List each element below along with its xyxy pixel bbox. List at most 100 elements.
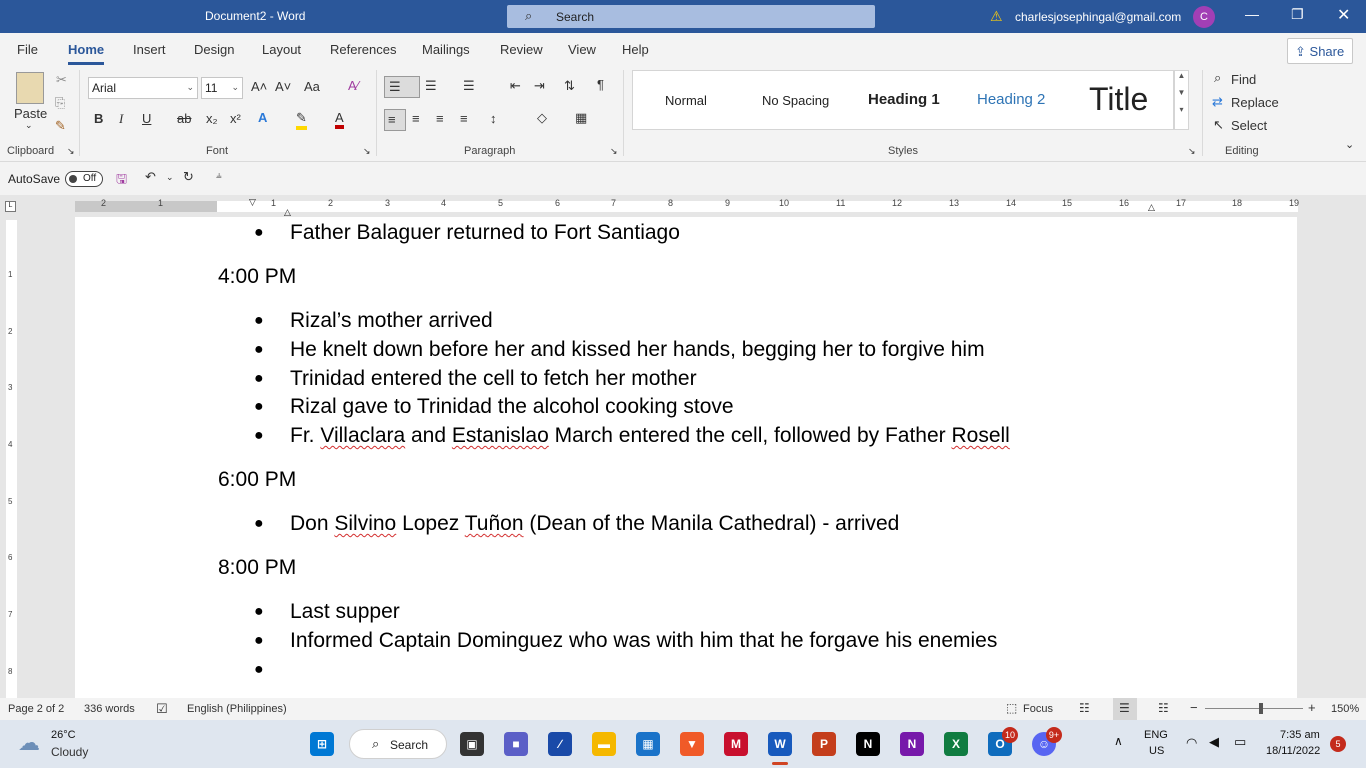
task-view-icon[interactable]: ▣ [460, 732, 484, 756]
read-mode-icon[interactable]: ☷ [1079, 701, 1090, 715]
onenote-icon[interactable]: N [900, 732, 924, 756]
redo-icon[interactable]: ↻ [183, 169, 194, 185]
find-button[interactable]: Find [1231, 72, 1256, 87]
paste-chevron-icon[interactable]: ⌄ [25, 120, 33, 131]
taskbar-search[interactable]: ⌕ Search [349, 729, 447, 759]
grow-font-icon[interactable]: A˄ [251, 79, 267, 94]
underline-icon[interactable]: U [142, 111, 151, 126]
borders-icon[interactable]: ▦ [575, 110, 587, 126]
strikethrough-icon[interactable]: ab [177, 111, 191, 126]
misspelled-word[interactable]: Tuñon [465, 512, 524, 535]
first-line-indent-icon[interactable]: ▽ [249, 197, 256, 208]
language-indicator[interactable]: English (Philippines) [187, 703, 287, 715]
increase-indent-icon[interactable]: ⇥ [534, 78, 545, 94]
list-item[interactable]: Father Balaguer returned to Fort Santiag… [290, 221, 680, 245]
list-item[interactable]: Fr. Villaclara and Estanislao March ente… [290, 424, 1010, 448]
paste-button[interactable]: Paste [14, 106, 47, 121]
shading-icon[interactable]: ◇ [537, 110, 547, 126]
customize-qat-icon[interactable]: ⫨ [216, 170, 222, 181]
weather-condition[interactable]: Cloudy [51, 745, 88, 759]
zoom-slider-knob[interactable] [1259, 703, 1263, 714]
shrink-font-icon[interactable]: A˅ [275, 79, 291, 94]
tab-view[interactable]: View [568, 42, 596, 57]
ruler-track[interactable] [75, 201, 1298, 212]
language-bottom[interactable]: US [1149, 745, 1164, 757]
save-icon[interactable]: 🖫 [116, 170, 127, 192]
collapse-ribbon-icon[interactable]: ⌄ [1345, 138, 1354, 151]
misspelled-word[interactable]: Villaclara [320, 424, 405, 447]
zoom-in-icon[interactable]: + [1308, 700, 1316, 715]
font-launcher-icon[interactable]: ↘ [363, 146, 371, 157]
list-item[interactable]: He knelt down before her and kissed her … [290, 338, 985, 362]
web-layout-icon[interactable]: ☷ [1158, 701, 1169, 715]
mcafee-icon[interactable]: M [724, 732, 748, 756]
text-effects-icon[interactable]: A [258, 110, 267, 125]
tab-design[interactable]: Design [194, 42, 234, 57]
tab-selector-icon[interactable]: L [5, 201, 16, 212]
notification-badge[interactable]: 5 [1330, 736, 1346, 752]
autosave-toggle[interactable]: Off [65, 171, 103, 187]
print-layout-icon[interactable]: ☰ [1113, 698, 1137, 720]
time-heading[interactable]: 8:00 PM [218, 556, 296, 580]
warning-icon[interactable]: ⚠ [990, 8, 1003, 25]
file-explorer-icon[interactable]: ▬ [592, 732, 616, 756]
volume-icon[interactable]: ◀ [1209, 734, 1219, 750]
whiteboard-icon[interactable]: ∕ [548, 732, 572, 756]
format-painter-icon[interactable]: ✎ [55, 118, 66, 134]
word-count[interactable]: 336 words [84, 703, 135, 715]
style-title[interactable]: Title [1089, 81, 1148, 118]
sort-icon[interactable]: ⇅ [564, 78, 575, 94]
list-item[interactable]: Trinidad entered the cell to fetch her m… [290, 367, 697, 391]
list-item[interactable]: Don Silvino Lopez Tuñon (Dean of the Man… [290, 512, 899, 536]
list-item[interactable]: Rizal gave to Trinidad the alcohol cooki… [290, 395, 734, 419]
style-heading-1[interactable]: Heading 1 [868, 91, 940, 108]
excel-icon[interactable]: X [944, 732, 968, 756]
clock-time[interactable]: 7:35 am [1280, 729, 1320, 741]
paragraph-launcher-icon[interactable]: ↘ [610, 146, 618, 157]
bold-icon[interactable]: B [94, 111, 103, 126]
start-icon[interactable]: ⊞ [310, 732, 334, 756]
decrease-indent-icon[interactable]: ⇤ [510, 78, 521, 94]
store-icon[interactable]: ▦ [636, 732, 660, 756]
chevron-down-icon[interactable]: ▼ [1175, 88, 1188, 97]
show-formatting-icon[interactable]: ¶ [597, 77, 604, 92]
avatar[interactable]: C [1193, 6, 1215, 28]
search-box[interactable]: ⌕ Search [507, 5, 875, 28]
misspelled-word[interactable]: Silvino [334, 512, 396, 535]
select-button[interactable]: Select [1231, 118, 1267, 133]
replace-button[interactable]: Replace [1231, 95, 1279, 110]
align-left-icon[interactable]: ≡ [384, 109, 406, 131]
subscript-icon[interactable]: x₂ [206, 111, 218, 126]
superscript-icon[interactable]: x² [230, 111, 241, 126]
focus-button[interactable]: Focus [1023, 703, 1053, 715]
wifi-icon[interactable]: ◠ [1186, 735, 1197, 751]
style-normal[interactable]: Normal [665, 93, 707, 108]
share-button[interactable]: ⇪ Share [1287, 38, 1353, 64]
battery-icon[interactable]: ▭ [1234, 734, 1246, 750]
list-item[interactable]: Informed Captain Dominguez who was with … [290, 629, 997, 653]
more-styles-icon[interactable]: ▾ [1175, 105, 1188, 114]
line-spacing-icon[interactable]: ↕ [490, 111, 497, 126]
justify-icon[interactable]: ≡ [460, 111, 468, 126]
tab-insert[interactable]: Insert [133, 42, 166, 57]
zoom-level[interactable]: 150% [1331, 703, 1359, 715]
highlight-icon[interactable]: ✎ [296, 110, 307, 130]
misspelled-word[interactable]: Rosell [951, 424, 1009, 447]
styles-launcher-icon[interactable]: ↘ [1188, 146, 1196, 157]
minimize-icon[interactable]: — [1245, 6, 1259, 22]
notion-icon[interactable]: N [856, 732, 880, 756]
font-size-select[interactable]: 11 ⌄ [201, 77, 243, 99]
align-right-icon[interactable]: ≡ [436, 111, 444, 126]
powerpoint-icon[interactable]: P [812, 732, 836, 756]
list-item[interactable]: Last supper [290, 600, 400, 624]
time-heading[interactable]: 4:00 PM [218, 265, 296, 289]
right-indent-icon[interactable]: △ [1148, 202, 1155, 213]
document-canvas[interactable]: ● Father Balaguer returned to Fort Santi… [22, 217, 1366, 698]
clear-formatting-icon[interactable]: A⁄ [348, 78, 359, 93]
list-item[interactable]: Rizal’s mother arrived [290, 309, 493, 333]
align-center-icon[interactable]: ≡ [412, 111, 420, 126]
page-count[interactable]: Page 2 of 2 [8, 703, 64, 715]
tab-mailings[interactable]: Mailings [422, 42, 470, 57]
chevron-up-icon[interactable]: ▲ [1175, 71, 1188, 80]
time-heading[interactable]: 6:00 PM [218, 468, 296, 492]
